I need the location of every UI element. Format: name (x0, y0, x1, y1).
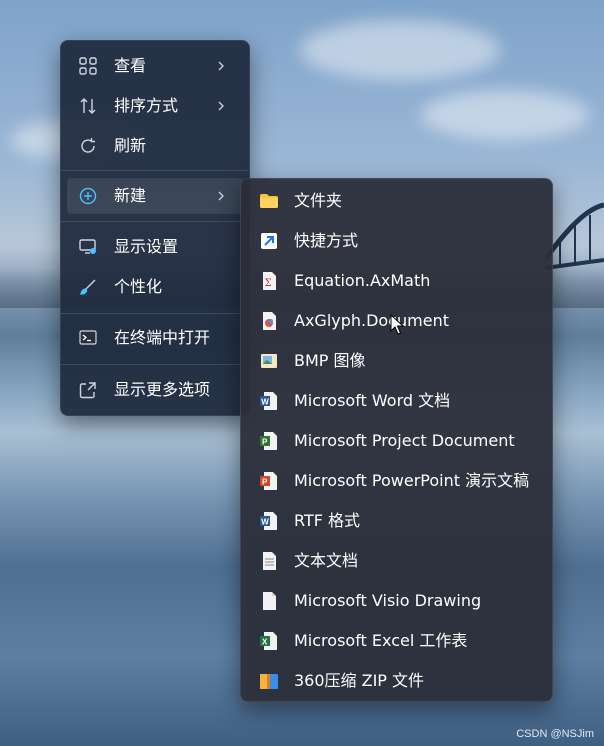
axmath-icon: Σ (259, 271, 279, 291)
excel-icon: X (259, 631, 279, 651)
mouse-cursor-icon (390, 314, 404, 335)
menu-item-label: 查看 (114, 56, 147, 75)
terminal-icon (79, 329, 97, 347)
new-submenu: 文件夹 快捷方式 Σ Equation.AxMath AxGlyph.Docum… (240, 178, 553, 702)
text-doc-icon (259, 551, 279, 571)
submenu-item-label: 快捷方式 (294, 231, 359, 250)
display-settings-icon (79, 238, 97, 256)
submenu-item-label: 文件夹 (294, 191, 343, 210)
rtf-doc-icon: W (259, 511, 279, 531)
menu-item-label: 显示设置 (114, 237, 179, 256)
chevron-right-icon (218, 191, 224, 201)
brush-icon (79, 278, 97, 296)
submenu-item-label: RTF 格式 (294, 511, 361, 530)
menu-item-new[interactable]: 新建 (67, 178, 243, 214)
word-doc-icon: W (259, 391, 279, 411)
submenu-item-label: Equation.AxMath (294, 271, 431, 290)
new-rtf-item[interactable]: W RTF 格式 (247, 502, 546, 540)
menu-item-label: 新建 (114, 186, 147, 205)
menu-divider (61, 170, 249, 171)
submenu-item-label: 文本文档 (294, 551, 359, 570)
svg-text:W: W (261, 398, 269, 407)
visio-doc-icon (259, 591, 279, 611)
new-folder-item[interactable]: 文件夹 (247, 182, 546, 220)
axglyph-icon (259, 311, 279, 331)
powerpoint-icon: P (259, 471, 279, 491)
bmp-image-icon (259, 351, 279, 371)
menu-divider (61, 364, 249, 365)
folder-icon (259, 191, 279, 211)
menu-item-display-settings[interactable]: 显示设置 (67, 229, 243, 265)
submenu-item-label: Microsoft Project Document (294, 431, 515, 450)
svg-text:Σ: Σ (265, 278, 272, 289)
new-visio-item[interactable]: Microsoft Visio Drawing (247, 582, 546, 620)
menu-divider (61, 313, 249, 314)
submenu-item-label: Microsoft Visio Drawing (294, 591, 482, 610)
new-shortcut-item[interactable]: 快捷方式 (247, 222, 546, 260)
menu-divider (61, 221, 249, 222)
refresh-icon (79, 137, 97, 155)
grid-icon (79, 57, 97, 75)
project-doc-icon: P (259, 431, 279, 451)
bridge-silhouette (545, 202, 604, 270)
svg-text:P: P (262, 478, 268, 487)
new-project-doc-item[interactable]: P Microsoft Project Document (247, 422, 546, 460)
menu-item-label: 在终端中打开 (114, 328, 211, 347)
new-zip-item[interactable]: 360压缩 ZIP 文件 (247, 662, 546, 700)
desktop-context-menu: 查看 排序方式 刷新 新建 显示设置 个性化 在终端中打开 显示更多选项 (60, 40, 250, 416)
submenu-item-label: BMP 图像 (294, 351, 366, 370)
new-excel-item[interactable]: X Microsoft Excel 工作表 (247, 622, 546, 660)
sort-icon (79, 97, 97, 115)
new-word-doc-item[interactable]: W Microsoft Word 文档 (247, 382, 546, 420)
menu-item-sort[interactable]: 排序方式 (67, 88, 243, 124)
submenu-item-label: Microsoft Excel 工作表 (294, 631, 468, 650)
menu-item-label: 排序方式 (114, 96, 179, 115)
menu-item-personalize[interactable]: 个性化 (67, 269, 243, 305)
chevron-right-icon (218, 61, 224, 71)
svg-text:X: X (262, 638, 268, 647)
new-axmath-item[interactable]: Σ Equation.AxMath (247, 262, 546, 300)
svg-text:P: P (262, 438, 268, 447)
submenu-item-label: Microsoft PowerPoint 演示文稿 (294, 471, 530, 490)
submenu-item-label: 360压缩 ZIP 文件 (294, 671, 425, 690)
menu-item-label: 刷新 (114, 136, 147, 155)
add-circle-icon (79, 187, 97, 205)
menu-item-view[interactable]: 查看 (67, 48, 243, 84)
menu-item-label: 显示更多选项 (114, 380, 211, 399)
shortcut-icon (259, 231, 279, 251)
open-external-icon (79, 381, 97, 399)
chevron-right-icon (218, 101, 224, 111)
submenu-item-label: AxGlyph.Document (294, 311, 449, 330)
svg-text:W: W (261, 518, 269, 527)
menu-item-label: 个性化 (114, 277, 163, 296)
watermark: CSDN @NSJim (516, 728, 594, 740)
new-powerpoint-item[interactable]: P Microsoft PowerPoint 演示文稿 (247, 462, 546, 500)
menu-item-show-more-options[interactable]: 显示更多选项 (67, 372, 243, 408)
menu-item-refresh[interactable]: 刷新 (67, 128, 243, 164)
submenu-item-label: Microsoft Word 文档 (294, 391, 451, 410)
new-text-doc-item[interactable]: 文本文档 (247, 542, 546, 580)
new-bmp-image-item[interactable]: BMP 图像 (247, 342, 546, 380)
menu-item-open-terminal[interactable]: 在终端中打开 (67, 320, 243, 356)
zip-archive-icon (259, 671, 279, 691)
